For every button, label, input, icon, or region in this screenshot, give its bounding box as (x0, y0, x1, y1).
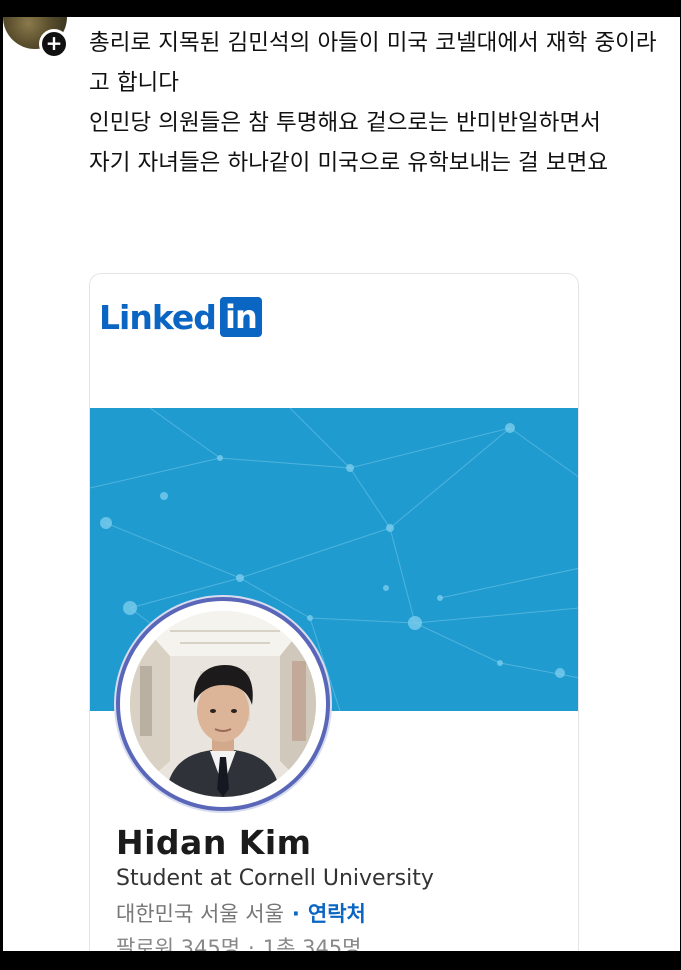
linkedin-logo-word: Linked (99, 297, 217, 337)
profile-location: 대한민국 서울 서울 (116, 902, 284, 926)
post-body: 총리로 지목된 김민석의 아들이 미국 코넬대에서 재학 중이라고 합니다 인민… (89, 23, 659, 183)
profile-location-row: 대한민국 서울 서울 · 연락처 (116, 898, 366, 928)
followers-count: 팔로워 345명 (116, 936, 241, 951)
post-container: + 총리로 지목된 김민석의 아들이 미국 코넬대에서 재학 중이라고 합니다 … (3, 17, 680, 951)
post-line-3: 자기 자녀들은 하나같이 미국으로 유학보내는 걸 보면요 (89, 150, 609, 176)
post-line-1: 총리로 지목된 김민석의 아들이 미국 코넬대에서 재학 중이라고 합니다 (89, 30, 657, 96)
connections-count: 1촌 345명 (262, 936, 362, 951)
profile-headline: Student at Cornell University (116, 866, 434, 891)
linkedin-profile-card[interactable]: Linked in Hidan Kim Student at Cornell U… (89, 273, 579, 951)
separator-dot: · (291, 902, 300, 926)
contact-info-link[interactable]: 연락처 (308, 902, 366, 926)
top-status-bar (0, 0, 681, 17)
profile-stats-row: 팔로워 345명 · 1촌 345명 (116, 932, 362, 951)
follow-plus-icon[interactable]: + (39, 29, 69, 59)
bottom-bar (0, 951, 681, 970)
stats-separator: · (248, 936, 255, 951)
post-line-2: 인민당 의원들은 참 투명해요 겉으로는 반미반일하면서 (89, 110, 601, 136)
profile-photo (130, 611, 316, 797)
profile-name: Hidan Kim (116, 823, 312, 862)
linkedin-logo-box: in (219, 297, 262, 337)
profile-photo-frame[interactable] (116, 597, 330, 811)
linkedin-logo: Linked in (99, 296, 262, 338)
